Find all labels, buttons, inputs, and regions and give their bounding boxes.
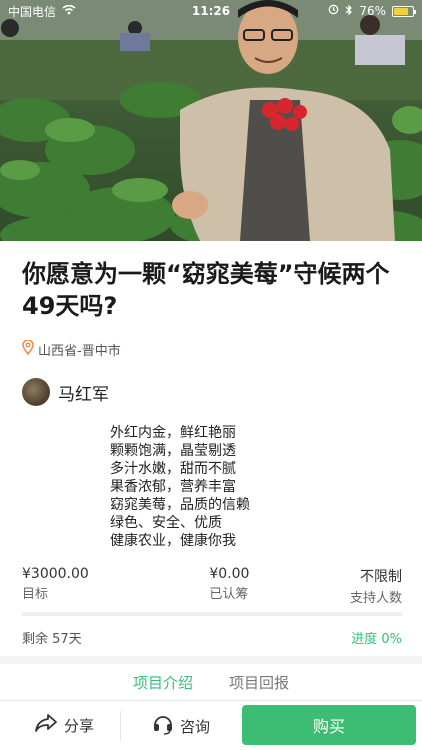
project-title: 你愿意为一颗“窈窕美莓”守候两个49天吗?: [22, 260, 390, 320]
strawberry-farmer-photo: [0, 0, 422, 241]
share-icon: [34, 713, 58, 737]
consult-label: 咨询: [180, 717, 211, 736]
author-row[interactable]: 马红军: [22, 378, 109, 406]
location-text: 山西省-晋中市: [38, 344, 121, 359]
project-description: 外红内金，鲜红艳丽 颗颗饱满，晶莹剔透 多汁水嫩，甜而不腻 果香浓郁，营养丰富 …: [110, 424, 250, 550]
description-line: 健康农业，健康你我: [110, 533, 236, 549]
status-bar: 中国电信 11:26 76%: [0, 0, 422, 22]
headset-icon: [152, 713, 174, 739]
progress-info: 剩余 57天 进度 0%: [22, 628, 402, 647]
progress-percent: 进度 0%: [351, 632, 402, 647]
description-line: 外红内金，鲜红艳丽: [110, 425, 236, 441]
description-line: 多汁水嫩，甜而不腻: [110, 461, 236, 477]
project-location: 山西省-晋中市: [22, 339, 121, 359]
consult-button[interactable]: 咨询: [152, 713, 210, 739]
author-name: 马红军: [58, 384, 109, 405]
target-label: 目标: [22, 587, 49, 602]
action-divider: [120, 711, 121, 741]
buy-button[interactable]: 购买: [242, 705, 416, 745]
progress-bar: [22, 612, 402, 616]
bottom-action-bar: 分享 咨询 购买: [0, 700, 422, 750]
share-label: 分享: [64, 716, 95, 735]
location-pin-icon: [22, 339, 34, 359]
tab-project-rewards[interactable]: 项目回报: [229, 672, 289, 693]
supporters-label: 支持人数: [349, 591, 402, 606]
target-value: ¥3000.00: [22, 566, 89, 582]
raised-stat: ¥0.00 已认筹: [209, 566, 249, 606]
remaining-days: 剩余 57天: [22, 632, 82, 647]
supporters-value: 不限制: [359, 569, 402, 585]
supporters-stat: 不限制 支持人数: [350, 566, 402, 606]
hero-image: [0, 0, 422, 241]
battery-icon: [392, 5, 416, 17]
project-tabs: 项目介绍 项目回报: [0, 672, 422, 693]
description-line: 绿色、安全、优质: [110, 515, 222, 531]
raised-label: 已认筹: [209, 587, 249, 602]
raised-value: ¥0.00: [209, 566, 250, 582]
description-line: 果香浓郁，营养丰富: [110, 479, 236, 495]
avatar[interactable]: [22, 378, 50, 406]
section-divider: [0, 656, 422, 664]
target-stat: ¥3000.00 目标: [22, 566, 89, 606]
description-line: 颗颗饱满，晶莹剔透: [110, 443, 236, 459]
battery-level-fill: [394, 7, 408, 15]
funding-stats: ¥3000.00 目标 ¥0.00 已认筹 不限制 支持人数: [22, 566, 402, 606]
status-time: 11:26: [191, 4, 231, 18]
tab-project-intro[interactable]: 项目介绍: [133, 672, 193, 693]
share-button[interactable]: 分享: [34, 713, 94, 737]
description-line: 窈窕美莓，品质的信赖: [110, 497, 250, 513]
